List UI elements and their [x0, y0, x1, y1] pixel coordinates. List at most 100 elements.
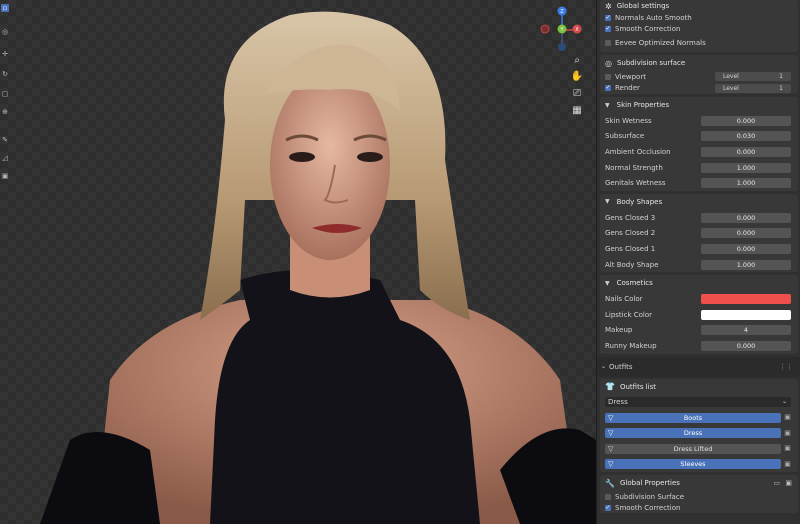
monitor-icon[interactable]: ▭	[773, 479, 780, 487]
cursor-tool-icon[interactable]: ◎	[1, 28, 9, 36]
shirt-icon: 👕	[605, 382, 615, 392]
properties-panel[interactable]: ✲ Global settings Normals Auto Smooth Sm…	[596, 0, 800, 524]
ambient-occlusion-field[interactable]: 0.000	[701, 146, 791, 157]
smooth-correction-row[interactable]: Smooth Correction	[600, 23, 798, 34]
subsurface-field[interactable]: 0.030	[701, 131, 791, 142]
normals-auto-smooth-checkbox[interactable]	[605, 14, 611, 21]
armature-icon: ✲	[605, 1, 612, 11]
subdivision-surface-checkbox[interactable]	[605, 493, 611, 500]
tool-strip: ▫ ◎ ✛ ↻ ▢ ⊕ ✎ ◿ ▣	[0, 0, 12, 200]
nails-color-row: Nails Color	[600, 291, 798, 307]
outfit-item-row: ▽ Dress Lifted ▣	[600, 441, 798, 457]
outfit-boots-button[interactable]: ▽ Boots	[605, 412, 781, 423]
visibility-icon: ▽	[608, 429, 614, 438]
outfit-item-row: ▽ Sleeves ▣	[600, 457, 798, 473]
character-render	[40, 11, 596, 524]
hand-pan-icon[interactable]: ✋	[570, 70, 584, 84]
subdivision-header[interactable]: ◎ Subdivision surface	[600, 55, 798, 71]
collapse-triangle-icon: ▼	[605, 198, 610, 206]
ambient-occlusion-row: Ambient Occlusion 0.000	[600, 144, 798, 160]
outfits-header[interactable]: ⌄ Outfits ⋮⋮	[597, 356, 800, 377]
subdivision-section: ◎ Subdivision surface Viewport Level1 Re…	[600, 55, 798, 94]
measure-tool-icon[interactable]: ◿	[1, 154, 9, 162]
alt-body-shape-row: Alt Body Shape 1.000	[600, 257, 798, 273]
lock-icon[interactable]: ▣	[783, 444, 792, 453]
svg-text:X: X	[575, 27, 579, 33]
subdivision-viewport-row[interactable]: Viewport Level 1	[600, 71, 798, 82]
global-settings-section: ✲ Global settings Normals Auto Smooth Sm…	[600, 0, 798, 52]
skin-wetness-field[interactable]: 0.000	[701, 115, 791, 126]
runny-makeup-row: Runny Makeup 0.000	[600, 338, 798, 354]
gens-closed-1-field[interactable]: 0.000	[701, 243, 791, 254]
camera-icon[interactable]: ▣	[785, 479, 792, 487]
global-smooth-correction-checkbox[interactable]	[605, 504, 611, 511]
transform-tool-icon[interactable]: ⊕	[1, 108, 9, 116]
visibility-icon: ▽	[608, 413, 614, 422]
eevee-optimized-normals-row[interactable]: Eevee Optimized Normals	[600, 34, 798, 52]
outfit-sleeves-button[interactable]: ▽ Sleeves	[605, 459, 781, 470]
outfits-list-header: 👕 Outfits list	[605, 382, 656, 392]
collapse-triangle-icon: ▼	[605, 101, 610, 109]
cosmetics-section: ▼ Cosmetics Nails Color Lipstick Color M…	[600, 275, 798, 354]
lipstick-color-swatch[interactable]	[701, 309, 791, 320]
global-smooth-correction-row[interactable]: Smooth Correction	[600, 502, 798, 513]
chevron-down-icon: ⌄	[781, 398, 787, 406]
drag-handle-icon[interactable]: ⋮⋮	[779, 363, 793, 371]
3d-viewport[interactable]: ▫ ◎ ✛ ↻ ▢ ⊕ ✎ ◿ ▣ Z X Y ⌕ ✋ ⎚ ▦	[0, 0, 596, 524]
outfit-item-row: ▽ Boots ▣	[600, 410, 798, 426]
makeup-row: Makeup 4	[600, 323, 798, 339]
normals-auto-smooth-row[interactable]: Normals Auto Smooth	[600, 12, 798, 23]
subsurface-row: Subsurface 0.030	[600, 129, 798, 145]
body-shapes-header[interactable]: ▼ Body Shapes	[600, 194, 798, 210]
visibility-icon: ▽	[608, 460, 614, 469]
global-subdivision-row[interactable]: Subdivision Surface	[600, 491, 798, 502]
runny-makeup-field[interactable]: 0.000	[701, 340, 791, 351]
annotate-tool-icon[interactable]: ✎	[1, 136, 9, 144]
alt-body-shape-field[interactable]: 1.000	[701, 259, 791, 270]
add-cube-tool-icon[interactable]: ▣	[1, 172, 9, 180]
gens-closed-2-field[interactable]: 0.000	[701, 228, 791, 239]
normal-strength-row: Normal Strength 1.000	[600, 160, 798, 176]
collapse-triangle-icon: ▼	[605, 279, 610, 287]
outfit-dress-button[interactable]: ▽ Dress	[605, 428, 781, 439]
nails-color-swatch[interactable]	[701, 294, 791, 305]
lipstick-color-row: Lipstick Color	[600, 307, 798, 323]
lock-icon[interactable]: ▣	[783, 413, 792, 422]
move-tool-icon[interactable]: ✛	[1, 50, 9, 58]
navigation-gizmo[interactable]: Z X Y ⌕ ✋ ⎚ ▦	[532, 0, 592, 120]
eevee-optimized-normals-checkbox[interactable]	[605, 40, 611, 46]
outfits-dropdown-row: Dress ⌄	[600, 395, 798, 410]
genitals-wetness-row: Genitals Wetness 1.000	[600, 175, 798, 191]
genitals-wetness-field[interactable]: 1.000	[701, 178, 791, 189]
smooth-correction-checkbox[interactable]	[605, 25, 611, 32]
viewport-level-field[interactable]: Level 1	[715, 72, 791, 81]
outfit-dress-lifted-button[interactable]: ▽ Dress Lifted	[605, 443, 781, 454]
rotate-tool-icon[interactable]: ↻	[1, 70, 9, 78]
render-level-field[interactable]: Level 1	[715, 83, 791, 93]
zoom-icon[interactable]: ⌕	[570, 54, 584, 68]
gens-closed-3-row: Gens Closed 3 0.000	[600, 210, 798, 226]
normal-strength-field[interactable]: 1.000	[701, 162, 791, 173]
global-settings-header[interactable]: ✲ Global settings	[600, 0, 798, 12]
lock-icon[interactable]: ▣	[783, 460, 792, 469]
axis-gizmo-icon[interactable]: Z X Y	[532, 0, 592, 60]
viewport-checkbox[interactable]	[605, 73, 611, 80]
gens-closed-3-field[interactable]: 0.000	[701, 212, 791, 223]
cosmetics-header[interactable]: ▼ Cosmetics	[600, 275, 798, 291]
gens-closed-1-row: Gens Closed 1 0.000	[600, 241, 798, 257]
global-properties-header[interactable]: 🔧 Global Properties ▭ ▣	[600, 475, 798, 491]
svg-text:Z: Z	[560, 9, 564, 15]
skin-properties-header[interactable]: ▼ Skin Properties	[600, 97, 798, 113]
select-tool-icon[interactable]: ▫	[1, 4, 9, 12]
subdivision-render-row[interactable]: Render Level1	[600, 82, 798, 94]
grid-icon[interactable]: ▦	[570, 104, 584, 118]
render-checkbox[interactable]	[605, 85, 611, 91]
outfit-item-row: ▽ Dress ▣	[600, 425, 798, 441]
camera-icon[interactable]: ⎚	[570, 87, 584, 101]
scale-tool-icon[interactable]: ▢	[1, 90, 9, 98]
outfit-select-dropdown[interactable]: Dress ⌄	[605, 397, 791, 408]
lock-icon[interactable]: ▣	[783, 429, 792, 438]
makeup-field[interactable]: 4	[701, 325, 791, 336]
skin-properties-section: ▼ Skin Properties Skin Wetness 0.000 Subs…	[600, 97, 798, 191]
skin-wetness-row: Skin Wetness 0.000	[600, 113, 798, 129]
